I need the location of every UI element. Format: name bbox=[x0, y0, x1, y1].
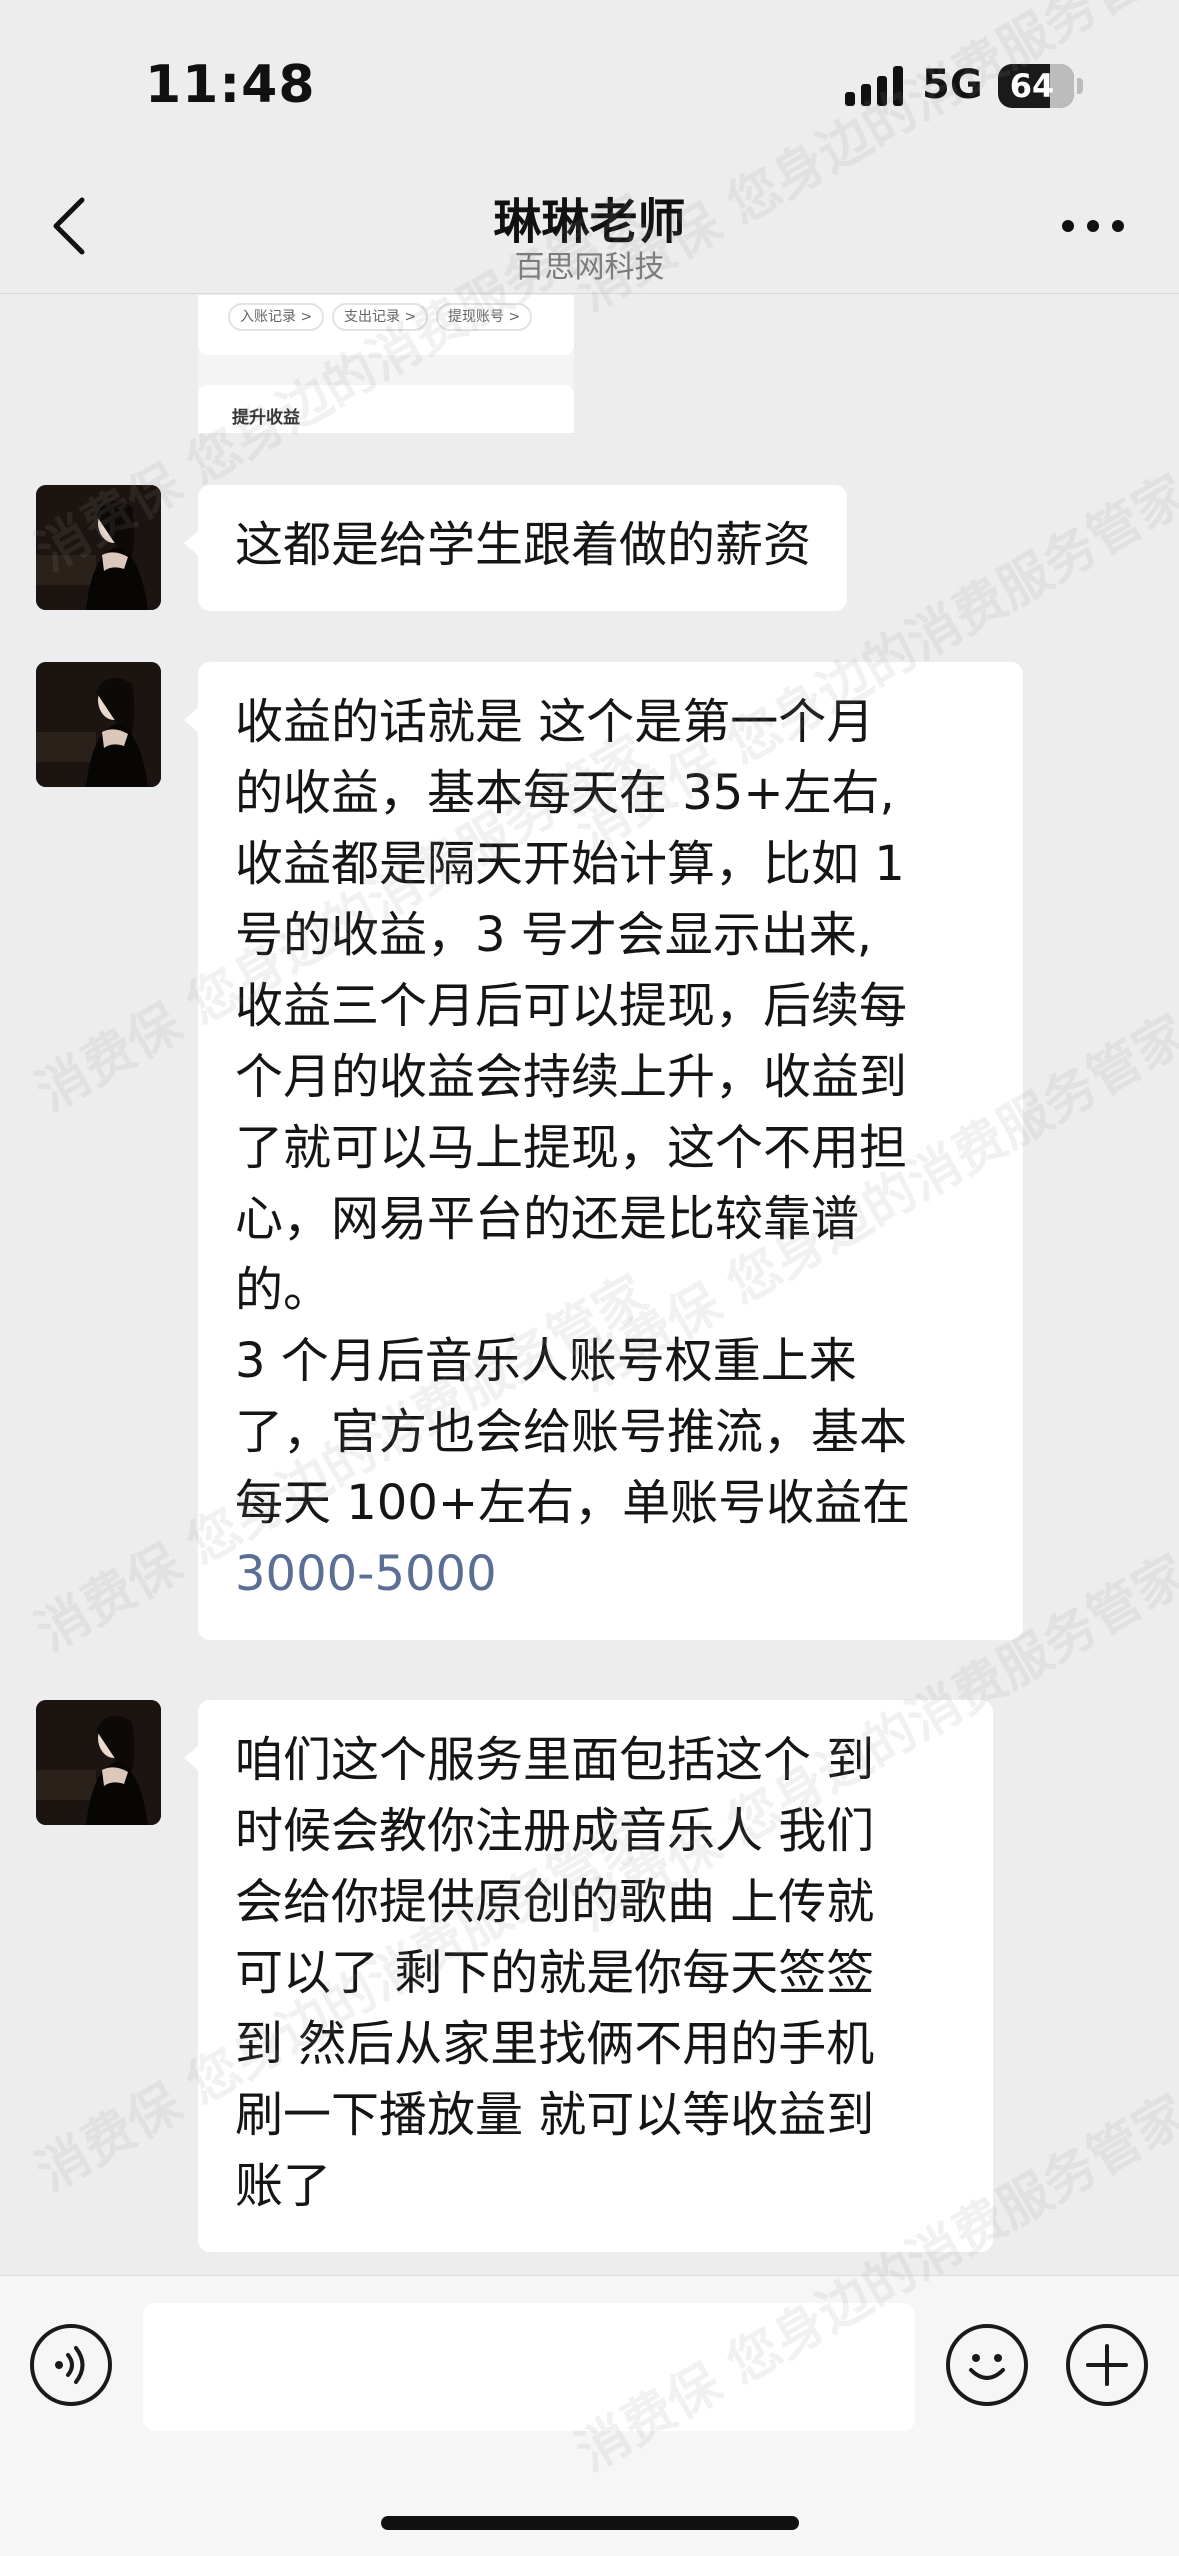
image-chip: 提现账号 > bbox=[436, 303, 533, 331]
input-bar bbox=[0, 2275, 1179, 2556]
message-input[interactable] bbox=[143, 2303, 915, 2431]
battery-cap bbox=[1077, 78, 1083, 94]
contact-company: 百思网科技 bbox=[514, 250, 665, 285]
image-chip: 入账记录 > bbox=[228, 303, 325, 331]
image-message[interactable]: 入账记录 > 支出记录 > 提现账号 > 提升收益 bbox=[198, 295, 574, 433]
chat-header: 琳琳老师 百思网科技 bbox=[0, 160, 1179, 294]
avatar[interactable] bbox=[36, 485, 161, 610]
voice-button[interactable] bbox=[30, 2324, 112, 2406]
message-bubble[interactable]: 这都是给学生跟着做的薪资 bbox=[184, 485, 848, 611]
image-boost-label: 提升收益 bbox=[232, 408, 300, 428]
avatar[interactable] bbox=[36, 662, 161, 787]
more-actions-button[interactable] bbox=[1066, 2324, 1148, 2406]
battery-icon: 64 bbox=[998, 64, 1074, 108]
message-bubble[interactable]: 收益的话就是 这个是第一个月 的收益，基本每天在 35+左右, 收益都是隔天开始… bbox=[184, 662, 1023, 1640]
status-time: 11:48 bbox=[145, 55, 316, 115]
emoji-button[interactable] bbox=[946, 2324, 1028, 2406]
message-bubble[interactable]: 咱们这个服务里面包括这个 到 时候会教你注册成音乐人 我们 会给你提供原创的歌曲… bbox=[184, 1700, 993, 2252]
message-list[interactable]: 入账记录 > 支出记录 > 提现账号 > 提升收益 这都是给学生跟着做的薪资 收… bbox=[0, 295, 1179, 2275]
voice-icon bbox=[55, 2346, 85, 2384]
phone-number-link[interactable]: 3000-5000 bbox=[235, 1539, 987, 1610]
avatar[interactable] bbox=[36, 1700, 161, 1825]
network-type: 5G bbox=[922, 62, 983, 108]
home-indicator[interactable] bbox=[381, 2516, 799, 2530]
cellular-signal-icon bbox=[845, 66, 907, 106]
emoji-icon bbox=[969, 2354, 1005, 2380]
image-chip: 支出记录 > bbox=[332, 303, 429, 331]
more-dots-icon bbox=[1062, 220, 1074, 232]
plus-icon bbox=[1086, 2344, 1128, 2386]
chat-screen: 11:48 5G 64 琳琳老师 百思网科技 入账记录 > 支出记录 > 提现账… bbox=[0, 0, 1179, 2556]
status-bar: 11:48 5G 64 bbox=[0, 0, 1179, 160]
more-button[interactable] bbox=[1062, 220, 1124, 234]
battery-level: 64 bbox=[1009, 67, 1055, 105]
